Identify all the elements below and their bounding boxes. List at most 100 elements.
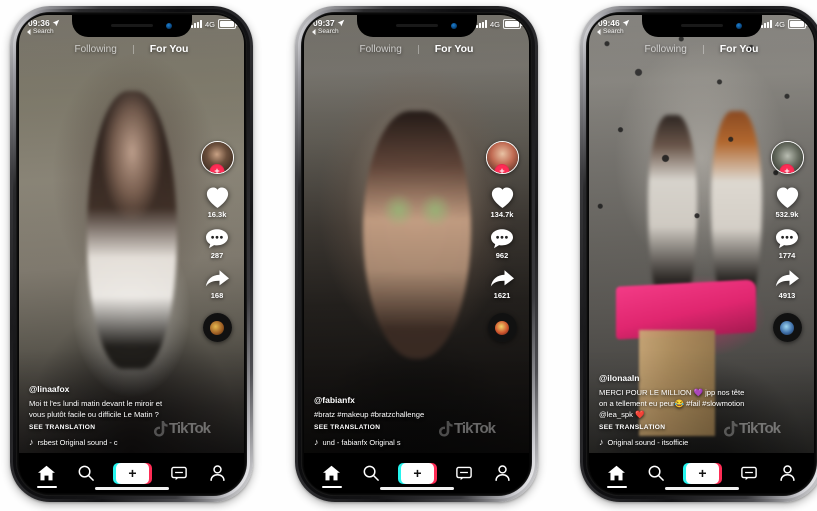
nav-home[interactable] <box>606 465 627 488</box>
create-video-button[interactable]: + <box>397 462 437 484</box>
sound-title: Original sound - itsofficie <box>607 437 689 447</box>
comment-icon <box>776 229 798 249</box>
creator-handle[interactable]: @linaafox <box>29 384 179 394</box>
signal-bars-icon <box>475 20 487 28</box>
nav-active-indicator <box>606 486 627 488</box>
phone-screen-1: 09:36 Search 4G Following For You + 16.3… <box>19 15 244 493</box>
sound-row[interactable]: ♪ und - fabianfx Original s <box>314 437 464 447</box>
sound-row[interactable]: ♪ rsbest Original sound - c <box>29 437 179 447</box>
nav-home[interactable] <box>36 465 57 488</box>
feed-tabs-1: Following For You <box>19 43 244 55</box>
feed-tabs-2: Following For You <box>304 43 529 55</box>
like-action[interactable]: 532.9k <box>775 186 800 219</box>
heart-icon <box>491 187 513 208</box>
status-back-link[interactable]: Search <box>27 28 54 35</box>
like-count: 16.3k <box>207 210 227 219</box>
nav-discover[interactable] <box>78 465 94 481</box>
person-icon <box>210 465 225 481</box>
phone-mockup-1: 09:36 Search 4G Following For You + 16.3… <box>10 6 253 502</box>
tab-following[interactable]: Following <box>360 44 402 55</box>
share-action[interactable]: 1621 <box>490 269 515 300</box>
caption-block-2: @fabianfx #bratz #makeup #bratzchallenge… <box>314 395 464 447</box>
feed-tabs-3: Following For You <box>589 43 814 55</box>
home-indicator <box>94 487 169 490</box>
status-time: 09:46 <box>598 18 620 28</box>
home-icon <box>38 465 56 481</box>
status-back-label: Search <box>33 28 54 35</box>
status-indicators: 4G <box>190 19 238 29</box>
comment-action[interactable]: 1774 <box>775 228 799 260</box>
creator-handle[interactable]: @ilonaaln <box>599 373 749 383</box>
see-translation-button[interactable]: SEE TRANSLATION <box>599 424 749 431</box>
tab-for-you[interactable]: For You <box>720 43 759 55</box>
like-action[interactable]: 134.7k <box>490 186 515 219</box>
status-time: 09:37 <box>313 18 335 28</box>
home-icon <box>608 465 626 481</box>
tab-for-you[interactable]: For You <box>435 43 474 55</box>
sound-disc[interactable] <box>202 313 232 342</box>
nav-inbox[interactable] <box>741 466 758 481</box>
sound-disc-cover <box>210 320 224 335</box>
creator-avatar[interactable]: + <box>485 141 519 174</box>
network-type: 4G <box>204 19 215 29</box>
nav-discover[interactable] <box>648 465 664 481</box>
action-rail-1: + 16.3k 287 168 <box>197 141 237 342</box>
comment-action[interactable]: 287 <box>205 228 229 260</box>
nav-discover[interactable] <box>363 465 379 481</box>
comment-icon <box>491 229 513 249</box>
sound-row[interactable]: ♪ Original sound - itsofficie <box>599 437 749 447</box>
sound-title: und - fabianfx Original s <box>322 437 401 447</box>
nav-inbox[interactable] <box>456 466 473 481</box>
nav-inbox[interactable] <box>171 466 188 481</box>
share-action[interactable]: 168 <box>205 269 230 300</box>
creator-avatar[interactable]: + <box>770 141 804 174</box>
nav-profile[interactable] <box>780 465 795 481</box>
caption-block-3: @ilonaaln MERCI POUR LE MILLION 💜 jpp no… <box>599 373 749 447</box>
phone-mockup-3: 09:46 Search 4G Following For You + 532.… <box>580 6 817 502</box>
follow-button[interactable]: + <box>779 164 795 173</box>
status-back-link[interactable]: Search <box>312 28 339 35</box>
inbox-icon <box>456 466 473 480</box>
tab-divider <box>702 44 704 54</box>
see-translation-button[interactable]: SEE TRANSLATION <box>29 424 179 431</box>
tab-following[interactable]: Following <box>645 44 687 55</box>
tab-following[interactable]: Following <box>75 44 117 55</box>
battery-icon <box>788 19 808 29</box>
creator-handle[interactable]: @fabianfx <box>314 395 464 405</box>
speaker-grille <box>680 24 723 27</box>
share-action[interactable]: 4913 <box>775 269 800 300</box>
follow-button[interactable]: + <box>209 164 225 173</box>
sound-disc[interactable] <box>772 313 802 342</box>
person-icon <box>495 465 510 481</box>
follow-button[interactable]: + <box>494 164 510 173</box>
status-time: 09:36 <box>28 18 50 28</box>
sound-disc-cover <box>495 320 509 335</box>
caption-text: MERCI POUR LE MILLION 💜 jpp nos tête on … <box>599 388 745 419</box>
nav-profile[interactable] <box>210 465 225 481</box>
like-count: 134.7k <box>490 210 514 219</box>
speaker-grille <box>110 24 153 27</box>
signal-bars-icon <box>760 20 772 28</box>
front-camera-icon <box>735 23 742 29</box>
creator-avatar[interactable]: + <box>200 141 234 174</box>
front-camera-icon <box>165 23 172 29</box>
comment-action[interactable]: 962 <box>490 228 514 260</box>
like-action[interactable]: 16.3k <box>205 186 230 219</box>
nav-profile[interactable] <box>495 465 510 481</box>
notch <box>356 15 477 37</box>
network-type: 4G <box>774 19 785 29</box>
inbox-icon <box>171 466 188 480</box>
like-count: 532.9k <box>775 210 799 219</box>
create-video-button[interactable]: + <box>682 462 722 484</box>
sound-disc[interactable] <box>487 313 517 342</box>
see-translation-button[interactable]: SEE TRANSLATION <box>314 424 464 431</box>
comment-count: 962 <box>495 251 509 260</box>
tab-for-you[interactable]: For You <box>150 43 189 55</box>
comment-count: 1774 <box>778 251 796 260</box>
create-video-button[interactable]: + <box>112 462 152 484</box>
network-type: 4G <box>489 19 500 29</box>
person-icon <box>780 465 795 481</box>
status-back-link[interactable]: Search <box>597 28 624 35</box>
nav-home[interactable] <box>321 465 342 488</box>
share-arrow-icon <box>775 270 799 287</box>
